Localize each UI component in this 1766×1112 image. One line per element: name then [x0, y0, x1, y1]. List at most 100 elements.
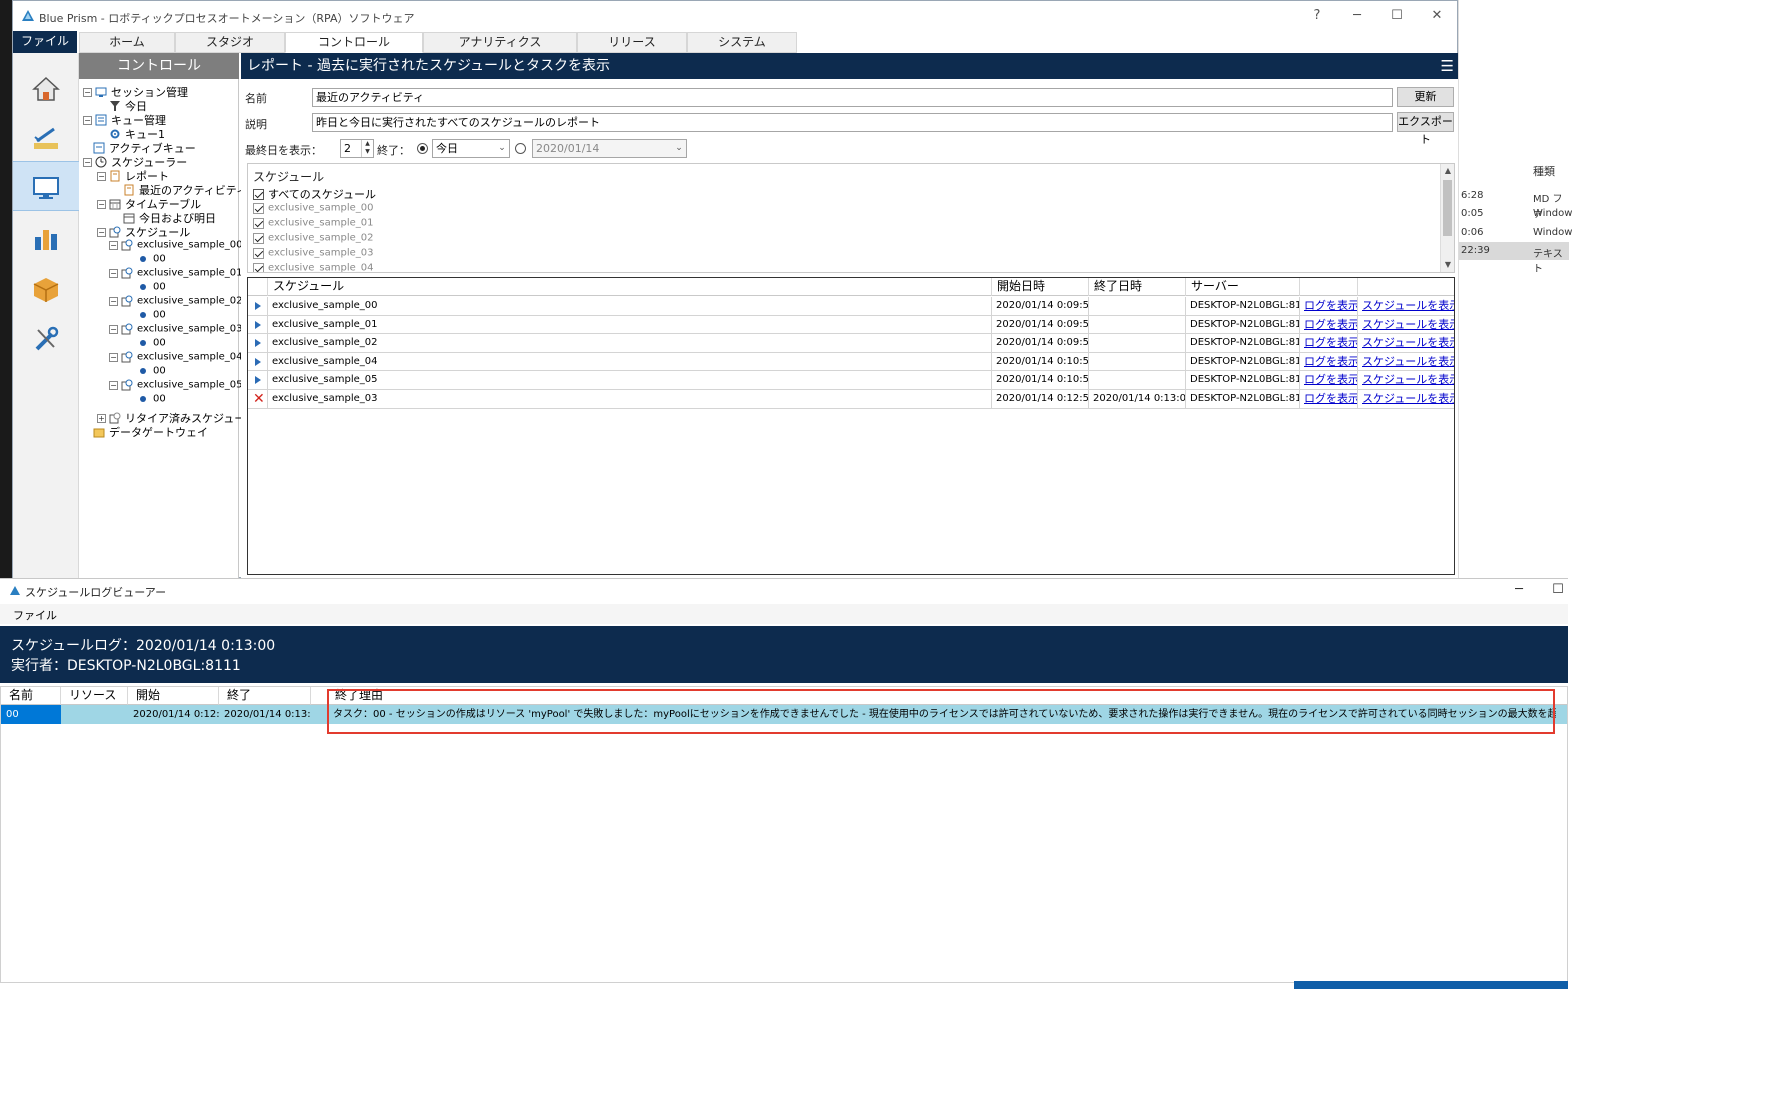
schedule-checkbox[interactable]: exclusive_sample_02 [253, 231, 373, 245]
tree-schedule-item[interactable]: − exclusive_sample_02 [109, 294, 242, 308]
view-log-link[interactable]: ログを表示 [1300, 371, 1358, 390]
tree-active-queue[interactable]: アクティブキュー [93, 140, 196, 155]
log-minimize-button[interactable]: ─ [1509, 582, 1529, 600]
schedule-checkbox[interactable]: exclusive_sample_03 [253, 246, 373, 260]
table-row[interactable]: exclusive_sample_01 2020/01/14 0:09:59 D… [248, 315, 1454, 335]
collapse-icon[interactable]: − [109, 324, 118, 334]
help-button[interactable]: ? [1303, 7, 1331, 25]
tab-home[interactable]: ホーム [79, 32, 175, 53]
tab-file[interactable]: ファイル [13, 31, 77, 53]
nav-system-button[interactable] [13, 313, 79, 363]
view-schedule-link[interactable]: スケジュールを表示 [1358, 353, 1454, 371]
tree-today-and-tomorrow[interactable]: 今日および明日 [123, 210, 216, 225]
collapse-icon[interactable]: − [97, 227, 106, 237]
collapse-icon[interactable]: − [97, 171, 106, 181]
nav-control-button[interactable] [13, 161, 79, 211]
view-schedule-link[interactable]: スケジュールを表示 [1358, 334, 1454, 352]
view-log-link[interactable]: ログを表示 [1300, 315, 1358, 334]
collapse-icon[interactable]: − [109, 268, 118, 278]
export-button[interactable]: エクスポート [1397, 112, 1454, 146]
tree-queue-management[interactable]: − キュー管理 [83, 112, 166, 127]
schedule-checkbox[interactable]: exclusive_sample_01 [253, 216, 373, 230]
menu-icon[interactable]: ☰ [1441, 53, 1454, 79]
tree-schedule-item[interactable]: − exclusive_sample_05 [109, 378, 242, 392]
tree-session-management[interactable]: − セッション管理 [83, 84, 188, 99]
view-log-link[interactable]: ログを表示 [1300, 390, 1358, 408]
column-end[interactable]: 終了日時 [1089, 278, 1186, 296]
tab-studio[interactable]: スタジオ [175, 32, 285, 53]
expand-icon[interactable]: + [97, 413, 106, 423]
column-start[interactable]: 開始日時 [992, 278, 1089, 296]
view-log-link[interactable]: ログを表示 [1300, 297, 1358, 315]
tree-timetable[interactable]: − タイムテーブル [97, 196, 201, 211]
collapse-icon[interactable]: − [109, 380, 118, 390]
view-schedule-link[interactable]: スケジュールを表示 [1358, 297, 1454, 315]
scroll-up-icon[interactable]: ▲ [1441, 164, 1455, 178]
collapse-icon[interactable]: − [109, 240, 118, 250]
end-option-select[interactable]: 今日 ⌄ [432, 139, 510, 158]
tab-analytics[interactable]: アナリティクス [423, 32, 577, 53]
spin-arrows-icon[interactable]: ▲ ▼ [361, 140, 373, 157]
tree-today[interactable]: 今日 [109, 98, 147, 113]
tree-schedules[interactable]: − スケジュール [97, 224, 190, 239]
nav-studio-button[interactable] [13, 113, 79, 163]
refresh-button[interactable]: 更新 [1397, 87, 1454, 107]
view-log-link[interactable]: ログを表示 [1300, 334, 1358, 353]
tree-schedule-item[interactable]: − exclusive_sample_03 [109, 322, 242, 336]
minimize-button[interactable]: ─ [1343, 7, 1371, 25]
tree-task-item[interactable]: 00 [137, 280, 166, 294]
tab-control[interactable]: コントロール [285, 32, 423, 53]
menu-file[interactable]: ファイル [13, 607, 57, 623]
scrollbar-thumb[interactable] [1443, 180, 1452, 236]
tree-reports[interactable]: − レポート [97, 168, 169, 183]
table-row[interactable]: exclusive_sample_00 2020/01/14 0:09:59 D… [248, 297, 1454, 316]
tree-schedule-item[interactable]: − exclusive_sample_01 [109, 266, 242, 280]
view-schedule-link[interactable]: スケジュールを表示 [1358, 371, 1454, 389]
scroll-down-icon[interactable]: ▼ [1441, 258, 1455, 272]
log-column-start[interactable]: 開始 [128, 687, 219, 705]
view-schedule-link[interactable]: スケジュールを表示 [1358, 390, 1454, 408]
tree-task-item[interactable]: 00 [137, 336, 166, 350]
table-row[interactable]: exclusive_sample_02 2020/01/14 0:09:59 D… [248, 334, 1454, 353]
tree-recent-activity[interactable]: 最近のアクティビティ [123, 182, 247, 197]
tree-task-item[interactable]: 00 [137, 392, 166, 406]
name-field[interactable]: 最近のアクティビティ [312, 88, 1393, 107]
maximize-button[interactable]: ☐ [1383, 7, 1411, 25]
description-field[interactable]: 昨日と今日に実行されたすべてのスケジュールのレポート [312, 113, 1393, 132]
tree-schedule-item[interactable]: − exclusive_sample_00 [109, 238, 242, 252]
vertical-scrollbar[interactable]: ▲ ▼ [1440, 164, 1454, 272]
nav-analytics-button[interactable] [13, 213, 79, 263]
view-schedule-link[interactable]: スケジュールを表示 [1358, 316, 1454, 334]
schedule-checkbox[interactable]: exclusive_sample_00 [253, 201, 373, 215]
tree-schedule-item[interactable]: − exclusive_sample_04 [109, 350, 242, 364]
table-row[interactable]: exclusive_sample_04 2020/01/14 0:10:59 D… [248, 352, 1454, 372]
nav-release-button[interactable] [13, 263, 79, 313]
end-date-radio[interactable] [515, 143, 526, 154]
tree-task-item[interactable]: 00 [137, 364, 166, 378]
days-stepper[interactable]: 2 ▲ ▼ [340, 139, 374, 158]
tree-queue1[interactable]: キュー1 [109, 126, 165, 141]
all-schedules-checkbox[interactable]: すべてのスケジュール [253, 186, 376, 201]
collapse-icon[interactable]: − [83, 87, 92, 97]
tree-task-item[interactable]: 00 [137, 252, 166, 266]
tab-release[interactable]: リリース [577, 32, 687, 53]
end-date-picker[interactable]: 2020/01/14 ⌄ [532, 139, 687, 158]
end-today-radio[interactable] [417, 143, 428, 154]
collapse-icon[interactable]: − [83, 157, 92, 167]
collapse-icon[interactable]: − [109, 296, 118, 306]
log-column-resource[interactable]: リソース [61, 687, 128, 705]
collapse-icon[interactable]: − [109, 352, 118, 362]
collapse-icon[interactable]: − [97, 199, 106, 209]
view-log-link[interactable]: ログを表示 [1300, 352, 1358, 371]
column-server[interactable]: サーバー [1186, 278, 1300, 296]
tab-system[interactable]: システム [687, 32, 797, 53]
schedule-checkbox[interactable]: exclusive_sample_04 [253, 261, 373, 272]
table-row[interactable]: exclusive_sample_05 2020/01/14 0:10:59 D… [248, 371, 1454, 390]
tree-data-gateway[interactable]: データゲートウェイ [93, 424, 208, 439]
table-row[interactable]: ✕ exclusive_sample_03 2020/01/14 0:12:59… [248, 390, 1454, 409]
tree-task-item[interactable]: 00 [137, 308, 166, 322]
log-maximize-button[interactable]: ☐ [1548, 582, 1568, 600]
collapse-icon[interactable]: − [83, 115, 92, 125]
log-column-end[interactable]: 終了 [219, 687, 311, 705]
log-column-name[interactable]: 名前 [1, 687, 61, 705]
